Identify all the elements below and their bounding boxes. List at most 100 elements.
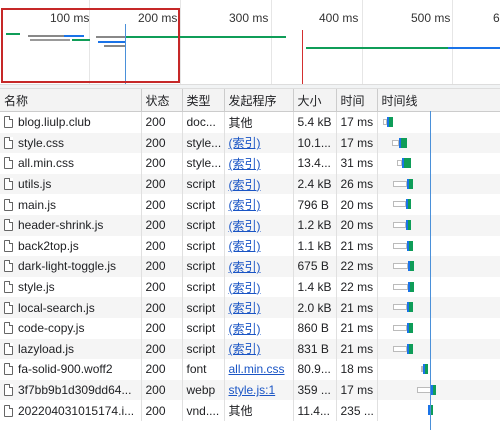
cell-initiator[interactable]: (索引) [224,317,294,339]
column-header-name[interactable]: 名称 [0,89,142,112]
waterfall-download-segment [403,158,411,169]
cell-name[interactable]: blog.liulp.club [0,111,142,133]
cell-name[interactable]: all.min.css [0,153,142,174]
cell-name[interactable]: header-shrink.js [0,214,142,236]
table-row[interactable]: 3f7bb9b1d309dd64... 200 webp style.js:1 359 … [0,379,500,401]
cell-name[interactable]: utils.js [0,173,142,195]
waterfall-waiting-segment [392,221,406,228]
file-icon [4,404,13,417]
cell-name[interactable]: local-search.js [0,297,142,318]
cell-waterfall [377,318,500,339]
request-name: local-search.js [18,300,95,315]
cell-size: 1.2 kB [293,214,337,236]
table-row[interactable]: header-shrink.js 200 script (索引) 1.2 kB 20 ms [0,214,500,236]
cell-type: vnd.... [182,400,225,421]
cell-initiator: 其他 [224,400,294,421]
initiator-link[interactable]: (索引) [229,136,261,150]
initiator-link[interactable]: (索引) [229,342,261,356]
request-name: back2top.js [18,238,79,253]
cell-waterfall [377,214,500,236]
table-row[interactable]: local-search.js 200 script (索引) 2.0 kB 21 ms [0,297,500,318]
waterfall-waiting-segment [392,345,407,352]
column-header-status[interactable]: 状态 [141,89,183,112]
cell-status: 200 [141,132,183,154]
cell-status: 200 [141,194,183,215]
initiator-link[interactable]: style.js:1 [229,383,276,397]
cell-initiator[interactable]: (索引) [224,132,294,154]
initiator-link[interactable]: all.min.css [229,362,285,376]
table-row[interactable]: back2top.js 200 script (索引) 1.1 kB 21 ms [0,235,500,257]
cell-initiator[interactable]: (索引) [224,297,294,318]
initiator-link[interactable]: (索引) [229,198,261,212]
overview-tick-line [362,0,363,84]
column-header-initiator[interactable]: 发起程序 [224,89,294,112]
cell-initiator[interactable]: (索引) [224,235,294,257]
table-row[interactable]: all.min.css 200 style... (索引) 13.4... 31 ms [0,153,500,174]
initiator-link[interactable]: (索引) [229,301,261,315]
table-row[interactable]: utils.js 200 script (索引) 2.4 kB 26 ms [0,173,500,195]
initiator-link[interactable]: (索引) [229,281,261,295]
cell-type: script [182,173,225,195]
cell-type: script [182,338,225,360]
cell-initiator[interactable]: (索引) [224,194,294,215]
cell-name[interactable]: 3f7bb9b1d309dd64... [0,379,142,401]
file-icon [4,239,13,252]
cell-initiator[interactable]: (索引) [224,256,294,277]
cell-type: script [182,256,225,277]
waterfall-waiting-segment [392,283,408,290]
column-header-size[interactable]: 大小 [293,89,337,112]
cell-time: 18 ms [336,359,378,380]
cell-name[interactable]: 202204031015174.i... [0,400,142,421]
table-row[interactable]: style.js 200 script (索引) 1.4 kB 22 ms [0,276,500,298]
cell-initiator[interactable]: all.min.css [224,359,294,380]
initiator-link[interactable]: (索引) [229,260,261,274]
cell-name[interactable]: main.js [0,194,142,215]
column-header-time[interactable]: 时间 [336,89,378,112]
initiator-link[interactable]: (索引) [229,239,261,253]
cell-size: 2.4 kB [293,173,337,195]
cell-name[interactable]: code-copy.js [0,317,142,339]
cell-size: 1.4 kB [293,276,337,298]
waterfall-download-segment [432,384,436,395]
cell-name[interactable]: style.js [0,276,142,298]
table-row[interactable]: code-copy.js 200 script (索引) 860 B 21 ms [0,317,500,339]
cell-size: 796 B [293,194,337,215]
table-row[interactable]: main.js 200 script (索引) 796 B 20 ms [0,194,500,215]
request-name: fa-solid-900.woff2 [18,362,113,377]
table-row[interactable]: lazyload.js 200 script (索引) 831 B 21 ms [0,338,500,360]
initiator-link[interactable]: (索引) [229,322,261,336]
column-header-waterfall[interactable]: 时间线 [377,89,500,112]
request-name: blog.liulp.club [18,115,91,130]
table-row[interactable]: style.css 200 style... (索引) 10.1... 17 ms [0,132,500,154]
table-row[interactable]: dark-light-toggle.js 200 script (索引) 675 B 22… [0,256,500,277]
cell-waterfall [377,132,500,154]
cell-initiator[interactable]: (索引) [224,173,294,195]
overview-timeline[interactable]: 100 ms 200 ms 300 ms 400 ms 500 ms 6 [0,0,500,84]
initiator-link: 其他 [228,404,253,419]
cell-name[interactable]: lazyload.js [0,338,142,360]
cell-initiator[interactable]: (索引) [224,338,294,360]
column-header-type[interactable]: 类型 [182,89,225,112]
cell-initiator[interactable]: style.js:1 [224,379,294,401]
initiator-link[interactable]: (索引) [229,178,261,192]
cell-name[interactable]: fa-solid-900.woff2 [0,359,142,380]
cell-initiator[interactable]: (索引) [224,276,294,298]
cell-initiator[interactable]: (索引) [224,214,294,236]
table-row[interactable]: blog.liulp.club 200 doc... 其他 5.4 kB 17 ms [0,111,500,133]
overview-selection[interactable] [1,8,180,83]
table-row[interactable]: fa-solid-900.woff2 200 font all.min.css 80.9… [0,359,500,380]
initiator-link[interactable]: (索引) [229,219,261,233]
cell-waterfall [377,173,500,195]
waterfall-download-segment [408,302,413,313]
cell-status: 200 [141,276,183,298]
cell-time: 21 ms [336,317,378,339]
file-icon [4,363,13,376]
cell-initiator[interactable]: (索引) [224,153,294,174]
table-row[interactable]: 202204031015174.i... 200 vnd.... 其他 11.4... 2… [0,400,500,421]
cell-name[interactable]: style.css [0,132,142,154]
cell-name[interactable]: back2top.js [0,235,142,257]
cell-name[interactable]: dark-light-toggle.js [0,256,142,277]
request-name: 3f7bb9b1d309dd64... [18,383,132,398]
waterfall-download-segment [400,137,407,148]
initiator-link[interactable]: (索引) [229,157,261,171]
